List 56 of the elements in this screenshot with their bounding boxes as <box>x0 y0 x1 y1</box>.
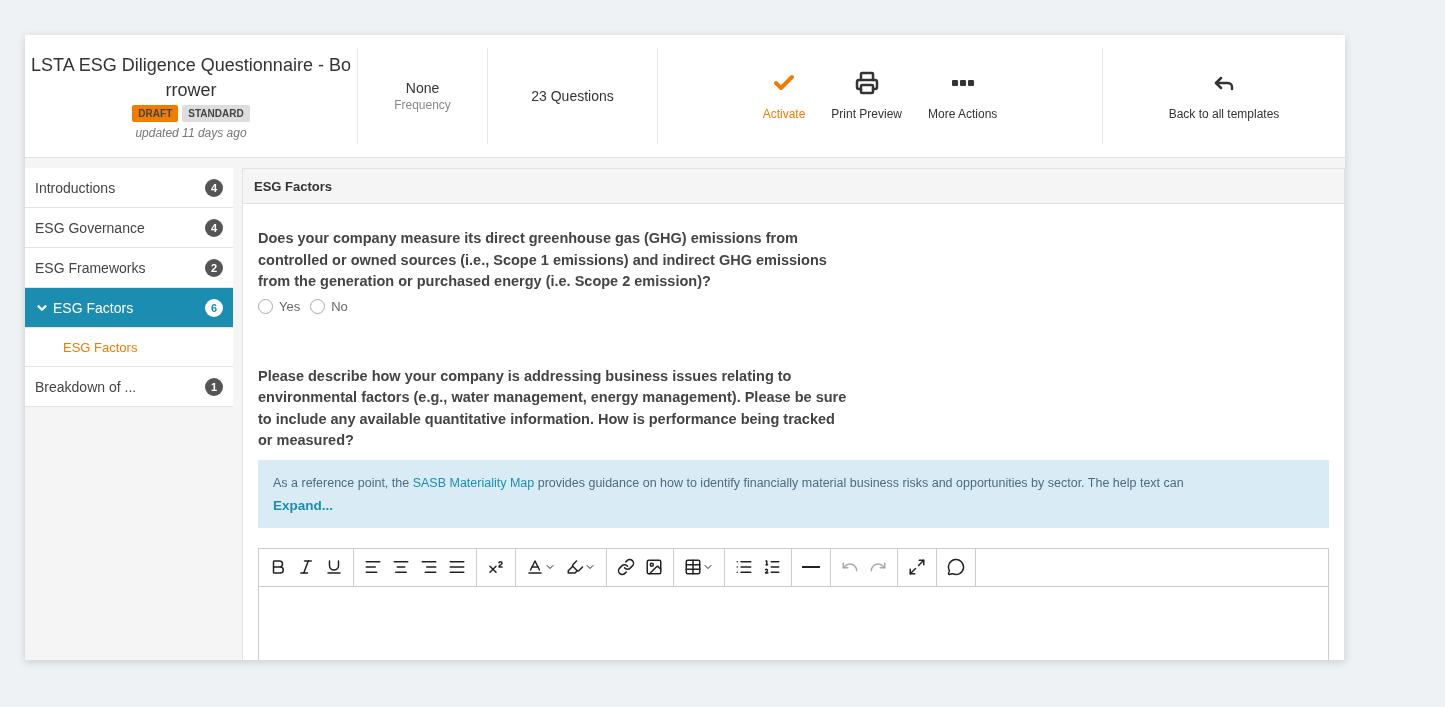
highlight-icon <box>566 558 584 576</box>
comment-icon <box>947 558 965 576</box>
status-tag: DRAFT <box>132 104 179 122</box>
sidebar-item[interactable]: Breakdown of ... 1 <box>25 367 233 407</box>
sidebar-label: ESG Factors <box>53 299 134 316</box>
horizontal-rule-icon <box>802 566 820 568</box>
template-title: LSTA ESG Diligence Questionnaire - Bo rrower <box>30 53 352 102</box>
sidebar-label: ESG Governance <box>35 219 145 236</box>
italic-icon <box>297 558 315 576</box>
sidebar-item[interactable]: ESG Frameworks 2 <box>25 248 233 288</box>
frequency-label: Frequency <box>394 98 451 112</box>
sidebar-label: ESG Frameworks <box>35 259 146 276</box>
printer-icon <box>854 71 879 95</box>
count-badge: 4 <box>205 178 223 197</box>
updated-time: updated 11 days ago <box>135 125 247 140</box>
image-icon <box>645 558 663 576</box>
link-icon <box>617 558 635 576</box>
question-text: Please describe how your company is addressing business issues relating to environmental factors (e.g., water management, energy management). Please be sure to include any available quantitative information. How is performance being tracked or measured? <box>258 366 848 450</box>
action-button[interactable]: Print Preview <box>827 71 906 121</box>
action-button[interactable]: More Actions <box>924 71 1002 121</box>
question-text: Does your company measure its direct greenhouse gas (GHG) emissions from controlled or owned sources (i.e., Scope 1 emissions) and indirect GHG emissions from the generation or purchased energy (i.e. Scope 2 emission)? <box>258 229 828 291</box>
radio-circle[interactable] <box>310 298 326 314</box>
bullets-icon <box>735 558 753 576</box>
numbers-icon <box>763 558 781 576</box>
sidebar-item[interactable]: ESG Factors 6 <box>25 288 233 328</box>
radio-label: No <box>331 298 348 314</box>
radio-option[interactable]: Yes <box>258 298 301 314</box>
toolbar-button[interactable] <box>945 556 967 578</box>
underline-icon <box>325 558 343 576</box>
count-badge: 6 <box>205 298 223 317</box>
count-badge: 1 <box>205 377 223 396</box>
sidebar-label: Breakdown of ... <box>35 378 137 395</box>
table-icon <box>684 558 702 576</box>
sidebar-item[interactable]: Introductions 4 <box>25 168 233 208</box>
align-right-icon <box>420 558 438 576</box>
justify-icon <box>448 558 466 576</box>
question-count: 23 Questions <box>531 88 614 104</box>
align-left-icon <box>364 558 382 576</box>
help-text: As a reference point, the SASB Materiality Map provides guidance on how to identify financially material business risks and opportunities by sector. The help text can <box>273 474 1185 492</box>
text-color-icon <box>526 558 544 576</box>
fullscreen-icon <box>908 558 926 576</box>
count-badge: 2 <box>205 258 223 277</box>
status-tag: STANDARD <box>182 104 250 122</box>
frequency-value: None <box>405 80 440 96</box>
more-icon <box>951 80 974 86</box>
superscript-icon <box>487 558 505 576</box>
back-button[interactable]: Back to all templates <box>1164 71 1284 121</box>
toolbar-button[interactable] <box>615 556 637 578</box>
radio-circle[interactable] <box>258 298 273 314</box>
radio-option[interactable]: No <box>310 298 348 314</box>
radio-label: Yes <box>279 298 301 314</box>
count-badge: 4 <box>205 218 223 237</box>
align-center-icon <box>392 558 410 576</box>
sidebar-item[interactable]: ESG Governance 4 <box>25 208 233 248</box>
sidebar-label: Introductions <box>35 179 116 196</box>
section-title: ESG Factors <box>243 169 1344 204</box>
